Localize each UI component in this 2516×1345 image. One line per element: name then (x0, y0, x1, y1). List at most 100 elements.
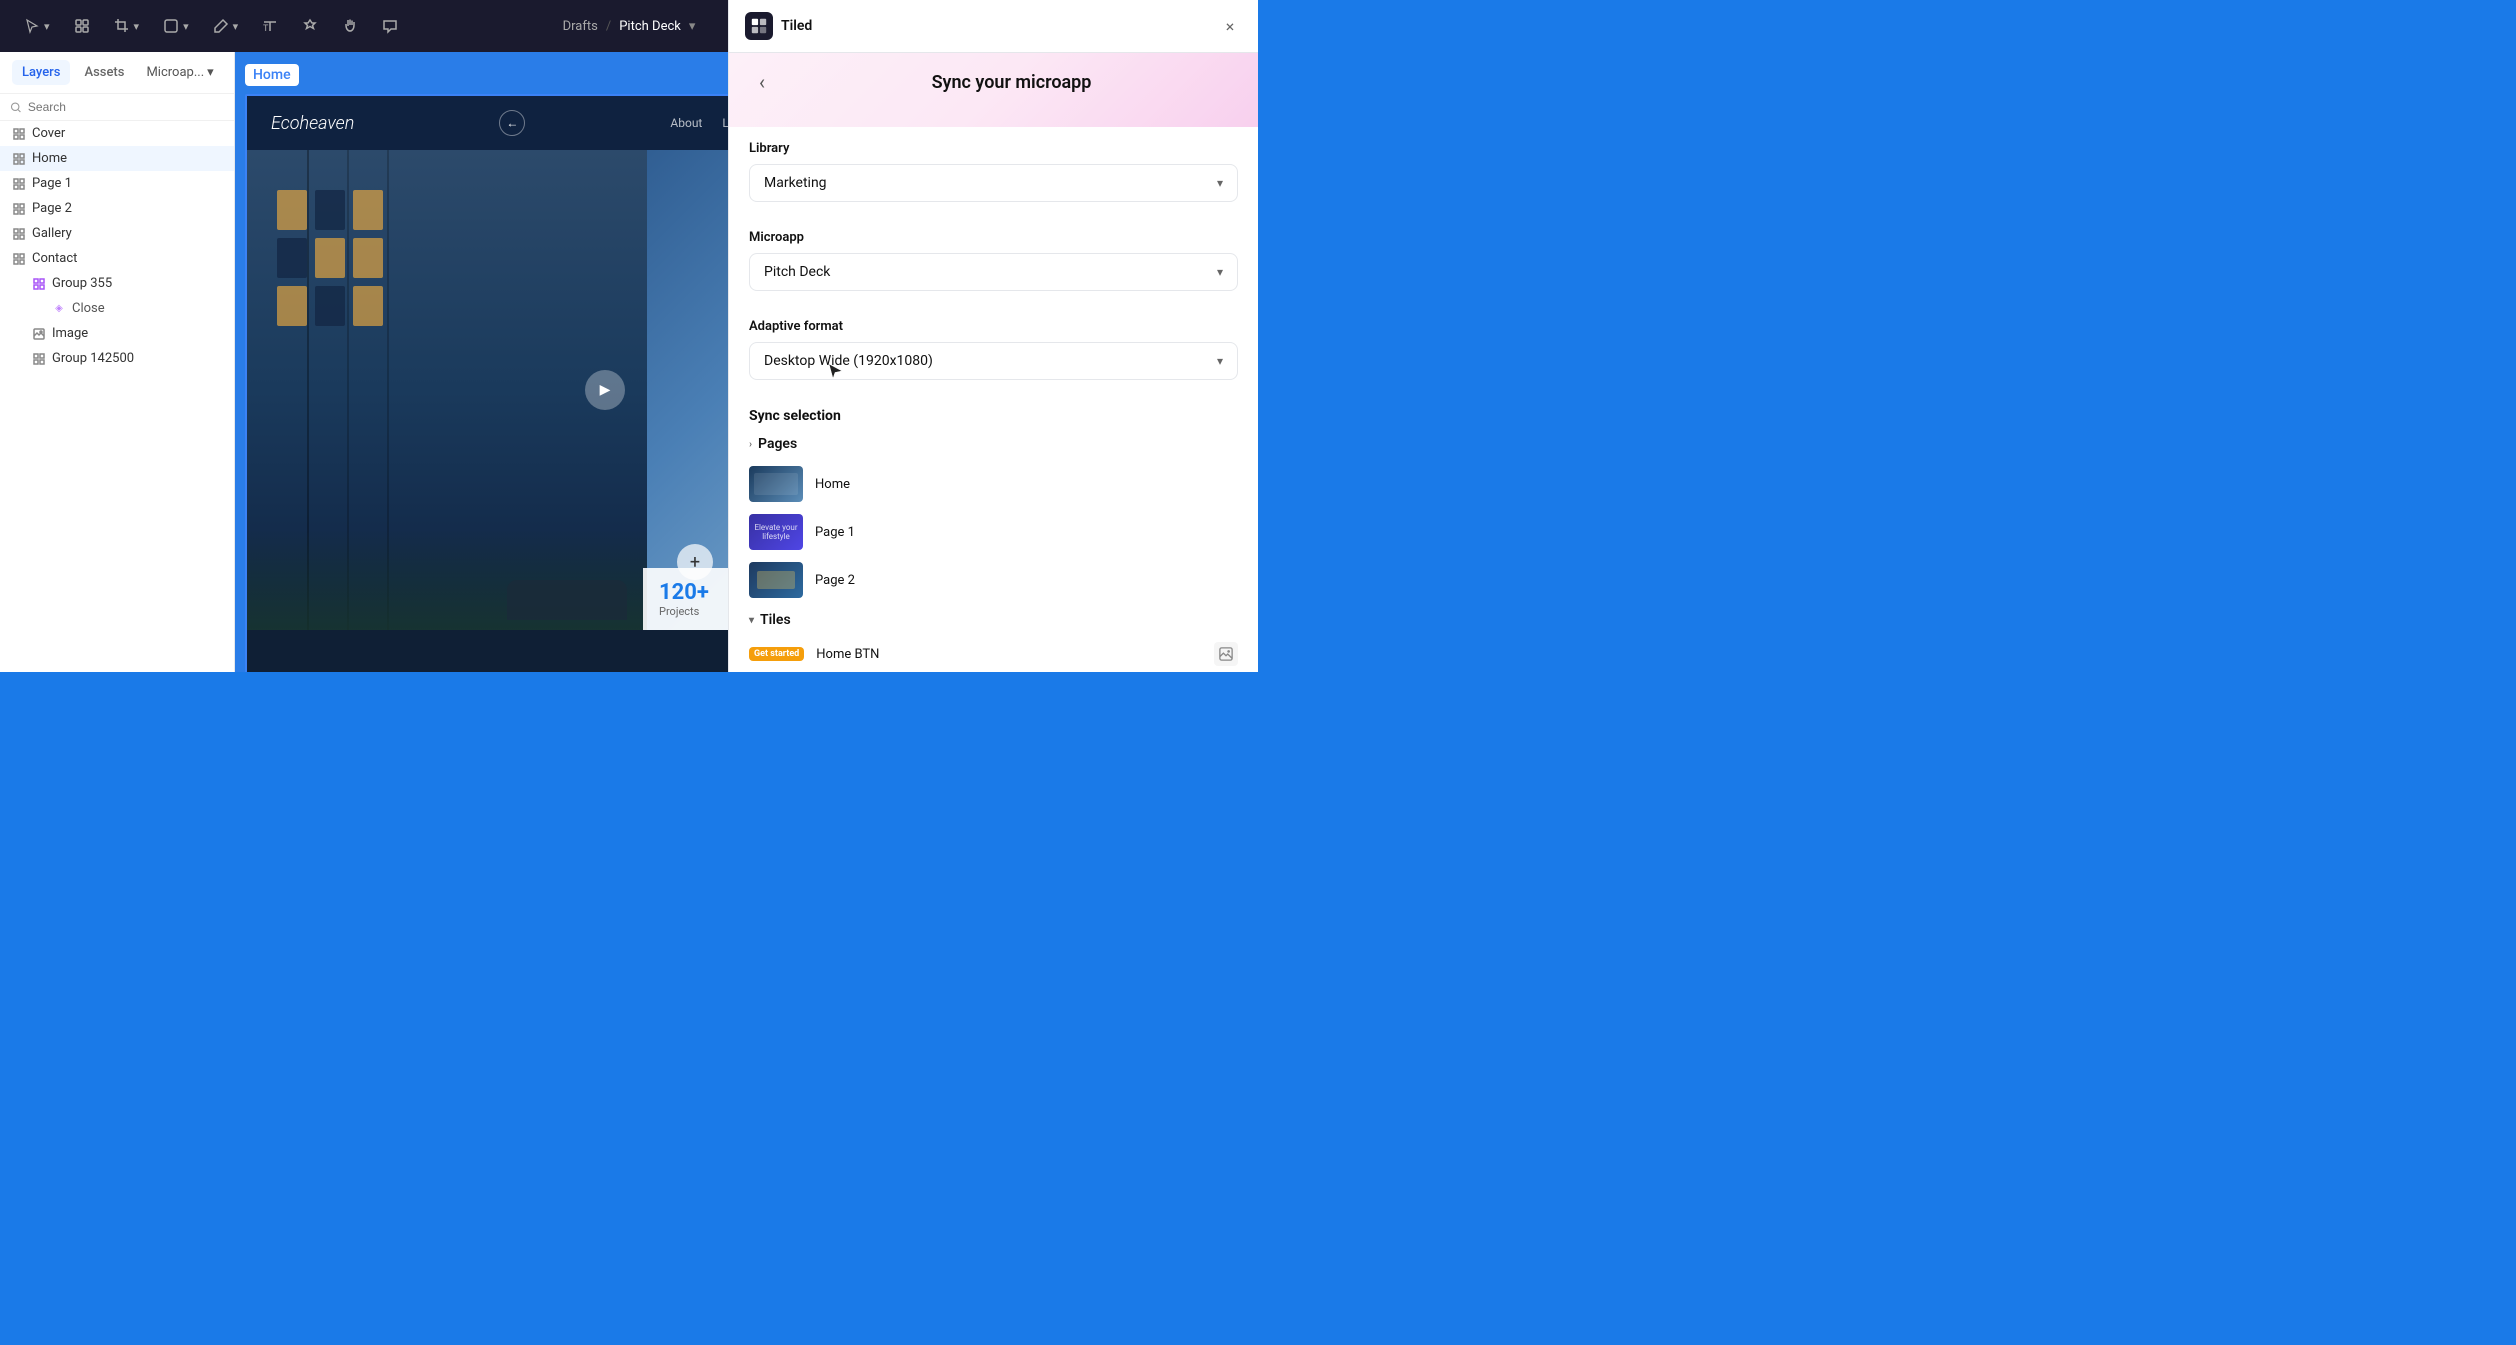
tab-assets[interactable]: Assets (74, 60, 134, 85)
microapp-value: Pitch Deck (764, 264, 830, 280)
tile-homebtn-label: Home BTN (816, 647, 879, 662)
image-icon (32, 327, 46, 341)
right-panel: Tiled × ‹ Sync your microapp Library Mar… (728, 0, 1258, 672)
layer-group142500-label: Group 142500 (52, 351, 134, 366)
building-windows (277, 190, 383, 326)
diamond-icon-close: ◈ (52, 302, 66, 316)
breadcrumb-separator: / (606, 19, 611, 34)
grid-icon-page1 (12, 177, 26, 191)
layer-contact[interactable]: Contact (0, 246, 234, 271)
layer-group142500[interactable]: Group 142500 (0, 346, 234, 371)
layer-home[interactable]: Home (0, 146, 234, 171)
layer-close-label: Close (72, 301, 105, 316)
microapp-section: Microapp Pitch Deck ▾ (729, 216, 1258, 305)
adaptive-format-chevron: ▾ (1217, 354, 1223, 368)
panel-app-name: Tiled (781, 18, 812, 34)
layer-gallery[interactable]: Gallery (0, 221, 234, 246)
search-bar (0, 94, 234, 121)
sync-selection-title: Sync selection (749, 408, 1238, 424)
layer-contact-label: Contact (32, 251, 77, 266)
tiles-header[interactable]: ▾ Tiles (749, 612, 1238, 628)
adaptive-format-value: Desktop Wide (1920x1080) (764, 353, 933, 369)
grid-icon-gallery (12, 227, 26, 241)
adaptive-format-label: Adaptive format (749, 319, 1238, 334)
group-icon-142500 (32, 352, 46, 366)
microapp-label: Microapp (749, 230, 1238, 245)
sync-title: Sync your microapp (785, 72, 1238, 93)
breadcrumb-chevron[interactable]: ▾ (689, 19, 696, 34)
tiles-label: Tiles (760, 612, 791, 628)
layer-cover[interactable]: Cover (0, 121, 234, 146)
library-select[interactable]: Marketing ▾ (749, 164, 1238, 202)
microapp-select[interactable]: Pitch Deck ▾ (749, 253, 1238, 291)
stat1-label: Projects (659, 605, 709, 618)
text-tool[interactable]: T (254, 12, 286, 40)
layer-group355[interactable]: Group 355 (0, 271, 234, 296)
page-item-page1: Elevate your lifestyle Page 1 (749, 508, 1238, 556)
page-item-home: Home (749, 460, 1238, 508)
library-section: Library Marketing ▾ (729, 127, 1258, 216)
tiled-icon (750, 17, 768, 35)
toolbar-left: ▾ ▾ ▾ ▾ T (16, 12, 406, 40)
layer-close[interactable]: ◈ Close (0, 296, 234, 321)
panel-app-icon (745, 12, 773, 40)
tile-item-homebtn: Get started Home BTN (749, 636, 1238, 672)
select-tool[interactable]: ▾ (16, 12, 58, 40)
stat-projects: 120+ Projects (659, 580, 709, 618)
adaptive-format-section: Adaptive format Desktop Wide (1920x1080)… (729, 305, 1258, 394)
page-home-label: Home (815, 477, 850, 492)
sync-selection: Sync selection › Pages Home (729, 394, 1258, 672)
nav-back-arrow: ← (499, 110, 525, 136)
hand-tool[interactable] (334, 12, 366, 40)
component-tool[interactable] (294, 12, 326, 40)
panel-close-button[interactable]: × (1218, 14, 1242, 38)
grid-icon-page2 (12, 202, 26, 216)
pages-label: Pages (758, 436, 797, 452)
canvas-home-label[interactable]: Home (245, 64, 299, 86)
tab-microapp[interactable]: Microap... ▾ (138, 60, 221, 85)
tiles-collapse-icon: ▾ (749, 615, 754, 626)
back-button[interactable]: ‹ (749, 69, 775, 95)
breadcrumb-drafts[interactable]: Drafts (563, 19, 598, 34)
svg-text:T: T (263, 24, 269, 34)
canvas-breadcrumb: Home (245, 64, 299, 86)
crop-tool[interactable]: ▾ (106, 12, 148, 40)
layer-page1-label: Page 1 (32, 176, 72, 191)
page1-label: Page 1 (815, 525, 855, 540)
layer-page2[interactable]: Page 2 (0, 196, 234, 221)
grid-icon-home (12, 152, 26, 166)
search-input[interactable] (28, 100, 224, 114)
library-label: Library (749, 141, 1238, 156)
layer-gallery-label: Gallery (32, 226, 72, 241)
pen-tool[interactable]: ▾ (205, 12, 247, 40)
layer-page1[interactable]: Page 1 (0, 171, 234, 196)
frame-tool[interactable] (66, 12, 98, 40)
comment-tool[interactable] (374, 12, 406, 40)
image-tile-icon (1219, 647, 1233, 661)
pages-header[interactable]: › Pages (749, 436, 1238, 452)
play-button[interactable]: ▶ (585, 370, 625, 410)
shape-tool[interactable]: ▾ (155, 12, 197, 40)
tiles-section: ▾ Tiles Get started Home BTN (749, 612, 1238, 672)
stat1-number: 120+ (659, 580, 709, 605)
grid-icon-contact (12, 252, 26, 266)
breadcrumb-current: Pitch Deck (619, 19, 681, 34)
microapp-chevron: ▾ (1217, 265, 1223, 279)
adaptive-format-select[interactable]: Desktop Wide (1920x1080) ▾ (749, 342, 1238, 380)
toolbar-breadcrumb: Drafts / Pitch Deck ▾ (563, 19, 696, 34)
search-icon (10, 101, 22, 114)
layer-page2-label: Page 2 (32, 201, 72, 216)
panel-content: Library Marketing ▾ Microapp Pitch Deck … (729, 127, 1258, 672)
library-chevron: ▾ (1217, 176, 1223, 190)
tab-layers[interactable]: Layers (12, 60, 70, 85)
pages-expand-icon: › (749, 439, 752, 450)
layer-image[interactable]: Image (0, 321, 234, 346)
sync-hero: ‹ Sync your microapp (729, 53, 1258, 127)
layer-group355-label: Group 355 (52, 276, 112, 291)
pages-section: › Pages Home (749, 436, 1238, 604)
left-sidebar: Layers Assets Microap... ▾ Cover (0, 52, 235, 672)
panel-header-left: Tiled (745, 12, 812, 40)
editor-container: ▾ ▾ ▾ ▾ T (0, 0, 1258, 672)
panel-header: Tiled × (729, 0, 1258, 53)
tile-img-icon (1214, 642, 1238, 666)
